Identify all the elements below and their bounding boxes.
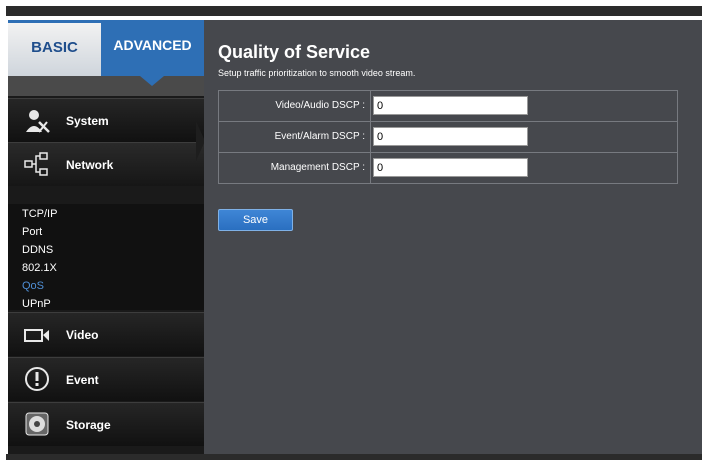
sidebar: BASIC ADVANCED System Network TCP/IP Por… (8, 20, 204, 454)
page-title: Quality of Service (218, 42, 371, 62)
video-audio-dscp-input[interactable] (373, 96, 528, 115)
sidebar-item-system[interactable]: System (8, 98, 204, 142)
sidebar-item-label: Network (66, 158, 114, 172)
top-bar (6, 6, 702, 16)
active-tab-indicator (140, 76, 164, 86)
sidebar-item-network[interactable]: Network (8, 142, 204, 186)
sidebar-item-label: Event (66, 373, 99, 387)
tab-advanced[interactable]: ADVANCED (101, 20, 204, 76)
subnav-item-qos[interactable]: QoS (22, 280, 44, 292)
app-frame: BASIC ADVANCED System Network TCP/IP Por… (0, 0, 708, 466)
main-panel: Quality of Service Setup traffic priorit… (204, 20, 702, 454)
form-row-event-alarm: Event/Alarm DSCP : (219, 122, 677, 153)
qos-form: Video/Audio DSCP : Event/Alarm DSCP : Ma… (218, 90, 678, 184)
subnav-item-port[interactable]: Port (22, 226, 42, 238)
sidebar-item-label: Video (66, 328, 99, 342)
sidebar-item-label: System (66, 114, 109, 128)
subnav-item-ddns[interactable]: DDNS (22, 244, 53, 256)
form-row-video-audio: Video/Audio DSCP : (219, 91, 677, 122)
subnav-item-tcpip[interactable]: TCP/IP (22, 208, 57, 220)
video-camera-icon (22, 322, 52, 348)
page-subtitle: Setup traffic prioritization to smooth v… (218, 68, 416, 78)
sidebar-item-storage[interactable]: Storage (8, 402, 204, 446)
network-icon (22, 151, 52, 177)
alert-icon (22, 366, 52, 392)
row-divider (370, 122, 371, 153)
mode-tabs: BASIC ADVANCED (8, 20, 204, 96)
sidebar-item-video[interactable]: Video (8, 312, 204, 356)
disk-icon (22, 411, 52, 437)
event-alarm-dscp-label: Event/Alarm DSCP : (274, 131, 365, 142)
event-alarm-dscp-input[interactable] (373, 127, 528, 146)
management-dscp-label: Management DSCP : (270, 162, 365, 173)
subnav-item-8021x[interactable]: 802.1X (22, 262, 57, 274)
system-tools-icon (22, 108, 52, 134)
subnav-item-upnp[interactable]: UPnP (22, 298, 51, 310)
form-row-management: Management DSCP : (219, 153, 677, 184)
row-divider (370, 153, 371, 184)
video-audio-dscp-label: Video/Audio DSCP : (275, 100, 365, 111)
network-subnav: TCP/IP Port DDNS 802.1X QoS UPnP (8, 204, 204, 310)
row-divider (370, 91, 371, 122)
management-dscp-input[interactable] (373, 158, 528, 177)
bottom-bar (6, 454, 702, 460)
sidebar-item-event[interactable]: Event (8, 357, 204, 401)
save-button[interactable]: Save (218, 209, 293, 231)
sidebar-item-label: Storage (66, 418, 111, 432)
tab-basic[interactable]: BASIC (8, 20, 101, 76)
